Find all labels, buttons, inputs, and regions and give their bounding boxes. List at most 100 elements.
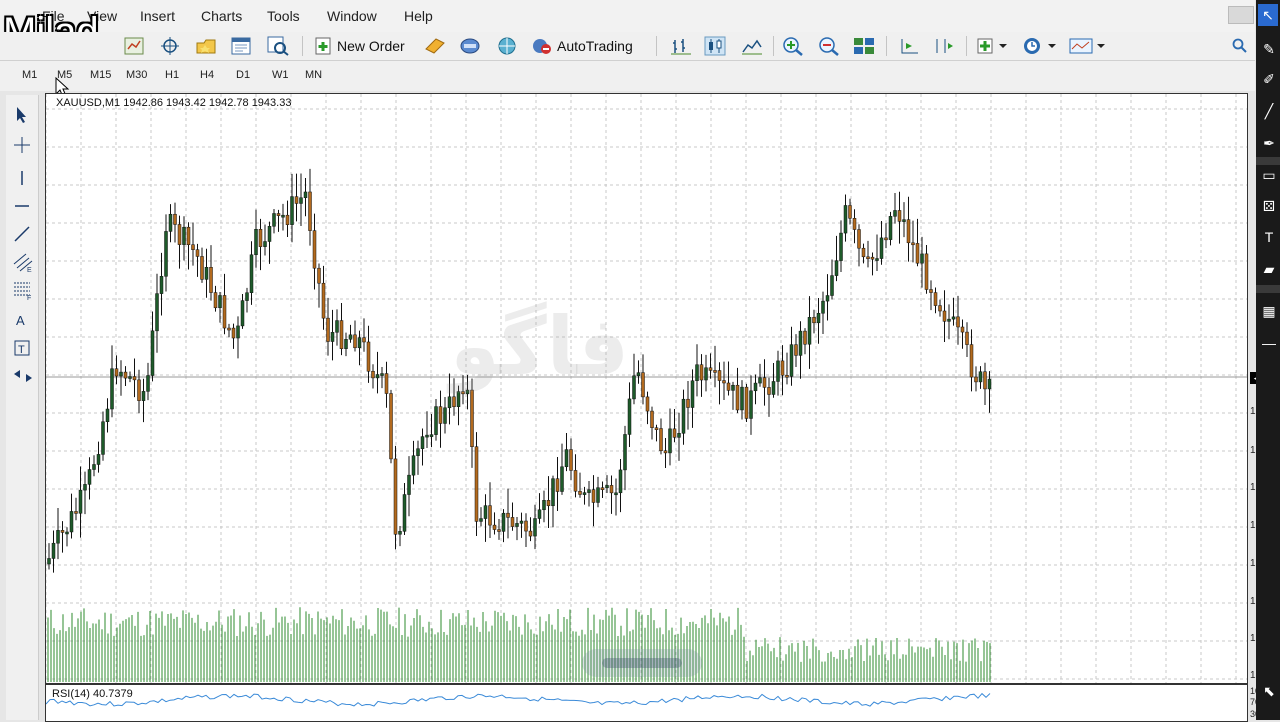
new-order-button[interactable]: New Order <box>313 35 405 57</box>
candle-body <box>141 391 146 401</box>
candle-body <box>105 408 110 422</box>
bar-chart-icon[interactable] <box>670 35 692 57</box>
arrows-tool-icon[interactable] <box>12 366 34 386</box>
candle-body <box>146 375 150 392</box>
timeframe-m30[interactable]: M30 <box>126 69 147 81</box>
drawing-toolbar: E F A T <box>6 95 39 720</box>
terminal-icon[interactable] <box>231 35 251 57</box>
candle-body <box>128 376 132 379</box>
cursor-tool-icon[interactable] <box>14 106 30 124</box>
chart-symbol-info: XAUUSD,M1 1942.86 1943.42 1942.78 1943.3… <box>56 97 292 109</box>
rectangle-icon[interactable]: ▭ <box>1258 164 1280 186</box>
pattern-icon[interactable]: ▦ <box>1258 300 1280 322</box>
menu-help[interactable]: Help <box>404 8 433 24</box>
market-watch-icon[interactable] <box>124 35 144 57</box>
search-icon[interactable] <box>1232 35 1248 57</box>
horizontal-line-tool-icon[interactable] <box>12 196 32 216</box>
periods-icon[interactable] <box>1022 35 1058 57</box>
navigator-icon[interactable] <box>195 35 217 57</box>
timeframe-h1[interactable]: H1 <box>165 69 179 81</box>
main-toolbar: New Order AutoTrading <box>0 32 1255 61</box>
candle-body <box>398 531 402 535</box>
candle-body <box>767 387 771 395</box>
window-restore-button[interactable] <box>1228 6 1254 24</box>
fibonacci-tool-icon[interactable]: F <box>12 280 34 300</box>
vertical-line-tool-icon[interactable] <box>12 168 32 188</box>
tile-windows-icon[interactable] <box>853 35 875 57</box>
candle-body <box>699 364 704 381</box>
candle-body <box>56 530 60 544</box>
candle-body <box>560 466 564 492</box>
candle-body <box>303 191 308 199</box>
candle-body <box>290 196 294 225</box>
candle-body <box>195 249 200 257</box>
candle-body <box>159 276 164 294</box>
eraser-icon[interactable]: ▰ <box>1258 258 1280 280</box>
templates-icon[interactable] <box>1069 35 1107 57</box>
timeframe-w1[interactable]: W1 <box>272 69 289 81</box>
minus-icon[interactable]: — <box>1258 332 1280 354</box>
brush-icon[interactable]: ✐ <box>1258 68 1280 90</box>
candle-body <box>704 367 708 381</box>
candle-body <box>200 256 204 280</box>
candle-body <box>119 371 123 377</box>
candle-body <box>645 396 650 412</box>
chart-shift-icon[interactable] <box>898 35 920 57</box>
candle-body <box>488 505 492 526</box>
pointer-icon[interactable]: ↖ <box>1258 4 1278 26</box>
chart-window[interactable] <box>45 93 1248 722</box>
candle-body <box>492 524 497 530</box>
autotrading-button[interactable]: AutoTrading <box>531 35 633 57</box>
text-icon[interactable]: T <box>1258 226 1280 248</box>
candlestick-icon[interactable] <box>704 35 726 57</box>
trendline-tool-icon[interactable] <box>12 224 32 244</box>
text-label-tool-icon[interactable]: T <box>12 338 32 358</box>
crosshair-icon[interactable] <box>160 35 180 57</box>
autotrading-label: AutoTrading <box>557 38 633 54</box>
zoom-in-icon[interactable] <box>782 35 804 57</box>
candle-body <box>218 295 222 309</box>
candle-body <box>510 517 515 527</box>
indicators-icon[interactable] <box>977 35 1007 57</box>
crosshair-tool-icon[interactable] <box>12 135 32 155</box>
candle-body <box>708 367 713 371</box>
menu-window[interactable]: Window <box>327 8 377 24</box>
candle-body <box>911 242 915 246</box>
strategy-tester-icon[interactable] <box>267 35 289 57</box>
line-icon[interactable]: ╱ <box>1258 100 1280 122</box>
candle-body <box>641 372 645 398</box>
timeframe-d1[interactable]: D1 <box>236 69 250 81</box>
svg-text:T: T <box>18 344 25 356</box>
candle-body <box>186 226 191 245</box>
candle-body <box>362 337 366 343</box>
equidistant-channel-tool-icon[interactable]: E <box>12 252 34 272</box>
pencil-icon[interactable]: ✎ <box>1258 38 1280 60</box>
candle-body <box>231 327 236 339</box>
zoom-out-icon[interactable] <box>818 35 840 57</box>
timeframe-m15[interactable]: M15 <box>90 69 111 81</box>
line-chart-icon[interactable] <box>741 35 763 57</box>
pen-icon[interactable]: ✒ <box>1258 132 1280 154</box>
candle-body <box>240 300 245 327</box>
timeframe-h4[interactable]: H4 <box>200 69 214 81</box>
dice-icon[interactable]: ⚄ <box>1258 195 1280 217</box>
candle-body <box>182 226 186 245</box>
timeframe-mn[interactable]: MN <box>305 69 322 81</box>
candle-body <box>344 339 348 349</box>
expert-advisor-icon[interactable] <box>424 35 446 57</box>
candle-body <box>951 316 956 320</box>
candle-body <box>227 327 231 331</box>
candle-body <box>83 484 87 491</box>
timeframe-m1[interactable]: M1 <box>22 69 37 81</box>
menu-charts[interactable]: Charts <box>201 8 242 24</box>
text-tool-icon[interactable]: A <box>12 310 32 330</box>
auto-scroll-icon[interactable] <box>933 35 955 57</box>
market-icon[interactable] <box>496 35 518 57</box>
arrow-icon[interactable]: ⬉ <box>1258 680 1280 702</box>
menu-insert[interactable]: Insert <box>140 8 175 24</box>
chart-canvas <box>46 94 1247 707</box>
signals-icon[interactable] <box>459 35 481 57</box>
menu-tools[interactable]: Tools <box>267 8 300 24</box>
candle-body <box>965 331 969 345</box>
candle-body <box>546 500 551 507</box>
